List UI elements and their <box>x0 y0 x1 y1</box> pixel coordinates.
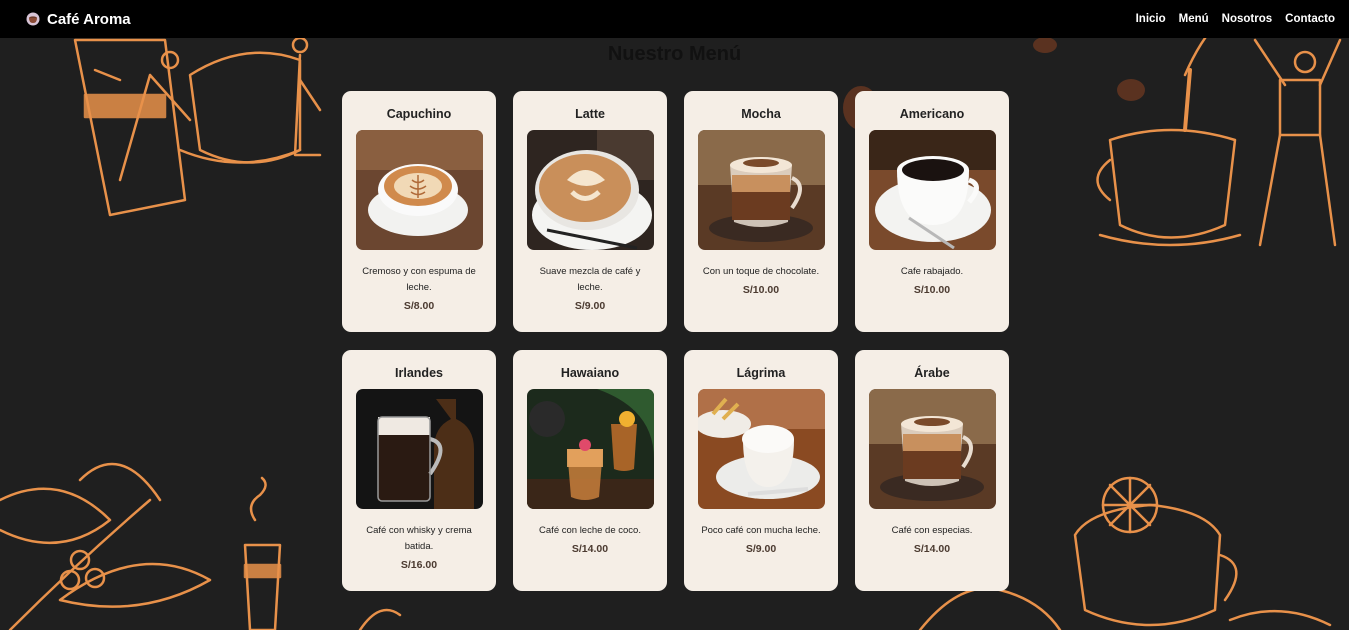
product-image <box>355 389 483 509</box>
product-name: Árabe <box>914 366 950 380</box>
product-description: Café con whisky y crema batida. <box>366 525 472 552</box>
nav-link-menu[interactable]: Menú <box>1179 13 1209 25</box>
product-name: Lágrima <box>736 366 786 380</box>
product-price: S/10.00 <box>742 284 780 296</box>
product-price: S/14.00 <box>571 543 609 555</box>
coffee-cup-icon <box>26 12 40 26</box>
product-card[interactable]: Capuchino Cremoso y con espuma de leche.… <box>342 91 496 332</box>
nav-menu: Inicio Menú Nosotros Contacto <box>1123 13 1335 25</box>
product-name: Irlandes <box>395 366 443 380</box>
product-price: S/9.00 <box>745 543 777 555</box>
product-card[interactable]: Latte Suave mezcla de café y leche. S/9.… <box>513 91 667 332</box>
product-description: Cremoso y con espuma de leche. <box>362 266 476 293</box>
product-image <box>697 130 825 250</box>
product-image <box>526 389 654 509</box>
nav-link-contacto[interactable]: Contacto <box>1285 13 1335 25</box>
product-card[interactable]: Hawaiano Café con leche de coco. S/14.00 <box>513 350 667 591</box>
product-card[interactable]: Mocha Con un toque de chocolate. S/10.00 <box>684 91 838 332</box>
product-name: Americano <box>899 107 965 121</box>
brand-name: Café Aroma <box>47 10 131 28</box>
nav-link-inicio[interactable]: Inicio <box>1136 13 1166 25</box>
product-description: Cafe rabajado. <box>900 266 964 277</box>
product-card[interactable]: Árabe Café con especias. S/14.00 <box>855 350 1009 591</box>
nav-link-nosotros[interactable]: Nosotros <box>1222 13 1272 25</box>
product-image <box>355 130 483 250</box>
product-name: Capuchino <box>386 107 452 121</box>
product-card[interactable]: Americano Cafe rabajado. S/10.00 <box>855 91 1009 332</box>
product-description: Suave mezcla de café y leche. <box>539 266 641 293</box>
product-image <box>697 389 825 509</box>
brand-logo[interactable]: Café Aroma <box>26 11 131 28</box>
product-card[interactable]: Lágrima Poco café con mucha leche. S/9.0… <box>684 350 838 591</box>
product-image <box>526 130 654 250</box>
page-title: Nuestro Menú <box>607 43 742 65</box>
product-description: Poco café con mucha leche. <box>701 525 821 536</box>
product-price: S/14.00 <box>913 543 951 555</box>
product-price: S/16.00 <box>400 559 438 571</box>
product-card[interactable]: Irlandes Café con whisky y crema batida.… <box>342 350 496 591</box>
top-navbar: Café Aroma Inicio Menú Nosotros Contacto <box>0 0 1349 38</box>
product-description: Café con especias. <box>891 525 973 536</box>
product-price: S/8.00 <box>403 300 435 312</box>
product-image <box>868 130 996 250</box>
product-name: Latte <box>575 107 605 121</box>
product-grid: Capuchino Cremoso y con espuma de leche.… <box>342 91 1009 591</box>
product-image <box>868 389 996 509</box>
product-description: Con un toque de chocolate. <box>702 266 820 277</box>
product-description: Café con leche de coco. <box>539 525 641 536</box>
product-price: S/9.00 <box>574 300 606 312</box>
product-name: Mocha <box>741 107 781 121</box>
product-name: Hawaiano <box>560 366 620 380</box>
product-price: S/10.00 <box>913 284 951 296</box>
